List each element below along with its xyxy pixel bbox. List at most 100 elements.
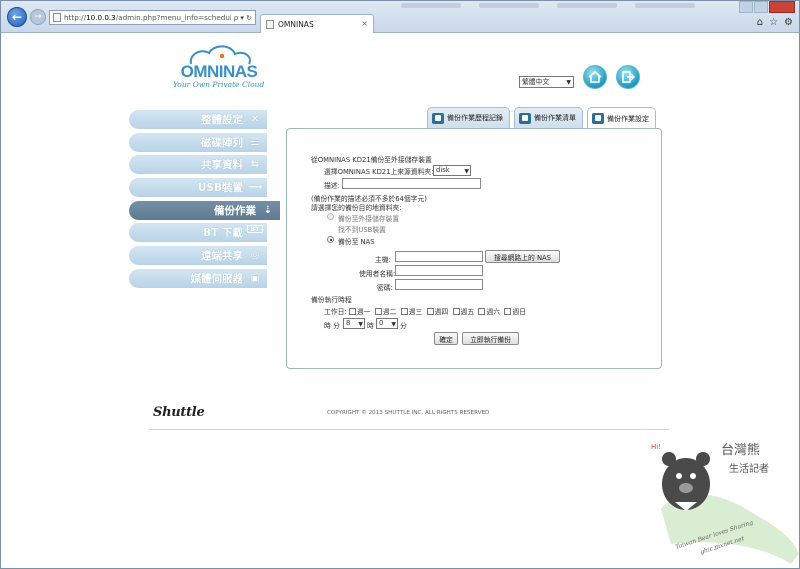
page-content: OMNINAS Your Own Private Cloud 繁體中文 整體設定… xyxy=(1,34,799,568)
ok-button[interactable]: 確定 xyxy=(434,332,458,345)
weekday-label: 週五 xyxy=(460,308,475,316)
schedule-title: 備份執行時程 xyxy=(311,296,352,304)
weekday-label: 週四 xyxy=(434,308,449,316)
url-host: 10.0.0.3 xyxy=(86,13,116,22)
weekday-label: 週日 xyxy=(512,308,526,316)
sidebar-item-label: BT 下載 xyxy=(203,227,243,240)
backup-settings-panel: 從OMNINAS KD21備份至外接儲存裝置 選擇OMNINAS KD21上來源… xyxy=(286,128,662,369)
home-icon[interactable]: ⌂ xyxy=(757,17,763,28)
weekday-checkbox[interactable] xyxy=(452,308,460,315)
source-folder-select[interactable]: disk xyxy=(433,165,471,176)
arrow-left-icon: ← xyxy=(11,10,23,24)
media-server-icon: ▣ xyxy=(250,272,260,284)
weekday-label: 週六 xyxy=(486,308,501,316)
settings-icon xyxy=(592,113,604,124)
sidebar-item-label: 備份作業 xyxy=(214,204,256,217)
radio-backup-nas[interactable] xyxy=(327,236,334,243)
list-icon xyxy=(519,112,531,124)
tools-icon: ✕ xyxy=(250,114,260,125)
description-field[interactable] xyxy=(342,178,481,189)
target-title: 請選擇您的備份目的地資料夾: xyxy=(311,204,402,212)
workday-row: 工作日: 週一 週二 週三 週四 週五 週六 週日 xyxy=(324,306,526,316)
browser-tools: ⌂ ☆ ⚙ xyxy=(757,17,793,28)
forward-button[interactable]: → xyxy=(30,9,46,25)
weekday-label: 週一 xyxy=(356,308,371,316)
minute-label: 分 xyxy=(332,322,340,330)
source-title: 從OMNINAS KD21備份至外接儲存裝置 xyxy=(311,156,432,164)
back-button[interactable]: ← xyxy=(7,7,27,27)
minimize-button[interactable] xyxy=(739,1,753,13)
sidebar-item-label: USB裝置 xyxy=(197,182,243,195)
tab-title: OMNINAS xyxy=(278,19,314,29)
password-label: 密碼: xyxy=(377,284,393,292)
sidebar-item-usb[interactable]: USB裝置 ⟶ xyxy=(129,178,267,198)
password-field[interactable] xyxy=(395,279,483,290)
weekday-checkbox[interactable] xyxy=(426,308,434,315)
browser-toolbar: ← → http:// 10.0.0.3 /admin.php?menu_inf… xyxy=(1,1,799,33)
maximize-button[interactable] xyxy=(754,1,768,13)
weekday-label: 週三 xyxy=(408,308,423,316)
time-row: 時 分 xyxy=(324,320,340,330)
address-bar[interactable]: http:// 10.0.0.3 /admin.php?menu_info=sc… xyxy=(49,10,256,25)
logout-button[interactable] xyxy=(616,65,640,89)
address-tools[interactable]: ρ ▾ ↻ xyxy=(230,11,255,24)
favorites-star-icon[interactable]: ☆ xyxy=(769,17,778,28)
tab-close-icon[interactable]: × xyxy=(361,19,368,28)
taiwan-bear-watermark: Hi! 台灣熊 生活記者 Taiwan Bear loves Sharing g… xyxy=(651,442,799,564)
watermark-subtitle: 生活記者 xyxy=(729,462,769,475)
sidebar-item-label: 媒體伺服器 xyxy=(190,272,244,285)
home-button[interactable] xyxy=(583,65,607,89)
usb-icon: ⟶ xyxy=(247,182,263,194)
sidebar-item-share[interactable]: 共享資料 ⇆ xyxy=(129,155,267,175)
tab-label: 備份作業清單 xyxy=(534,114,576,122)
logout-icon xyxy=(622,71,635,83)
hour-label: 時 xyxy=(324,322,331,330)
url-path: /admin.php?menu_info=scheduling xyxy=(115,13,244,22)
language-select[interactable]: 繁體中文 xyxy=(519,76,574,88)
sidebar-item-label: 整體設定 xyxy=(201,114,243,126)
host-field[interactable] xyxy=(395,251,483,262)
weekday-checkbox[interactable] xyxy=(374,308,382,315)
usb-not-found-note: 找不到USB裝置 xyxy=(338,226,386,234)
url-prefix: http:// xyxy=(64,13,87,22)
username-label: 使用者名稱: xyxy=(359,270,396,278)
weekday-checkbox[interactable] xyxy=(504,308,512,315)
shuttle-logo: Shuttle xyxy=(153,405,205,420)
sidebar-item-raid[interactable]: 磁碟陣列 ☰ xyxy=(129,132,267,152)
footer-divider xyxy=(149,429,669,430)
logo-text: OMNINAS xyxy=(181,62,258,81)
tab-label: 備份作業歷程記錄 xyxy=(447,114,503,122)
weekday-checkbox[interactable] xyxy=(348,308,356,315)
minute-select[interactable]: 0 xyxy=(376,318,398,329)
sidebar-item-label: 磁碟陣列 xyxy=(201,136,243,149)
backup-tabs: 備份作業歷程記錄 備份作業清單 備份作業設定 xyxy=(427,107,656,129)
web-share-icon: ◎ xyxy=(250,250,260,262)
radio-backup-external[interactable] xyxy=(327,213,334,220)
sidebar-item-label: 共享資料 xyxy=(201,159,243,172)
run-backup-now-button[interactable]: 立即執行備份 xyxy=(462,332,519,345)
sidebar-item-general[interactable]: 整體設定 ✕ xyxy=(129,110,267,129)
radio-external-label: 備份至外接儲存裝置 xyxy=(338,215,400,223)
weekday-checkbox[interactable] xyxy=(478,308,486,315)
host-label: 主機: xyxy=(375,256,391,264)
browser-tab[interactable]: OMNINAS × xyxy=(260,14,374,33)
gear-icon[interactable]: ⚙ xyxy=(784,17,793,28)
radio-nas-label: 備份至 NAS xyxy=(338,238,375,246)
scan-nas-button[interactable]: 搜尋網路上的 NAS xyxy=(485,250,560,263)
page-icon xyxy=(53,13,61,22)
weekday-checkbox[interactable] xyxy=(400,308,408,315)
close-window-button[interactable] xyxy=(769,1,795,13)
hour-select[interactable]: 8 xyxy=(343,318,365,329)
tab-backup-list[interactable]: 備份作業清單 xyxy=(514,107,583,128)
watermark-hi: Hi! xyxy=(651,443,661,451)
bt-icon: BT xyxy=(247,225,263,234)
favicon-icon xyxy=(266,19,274,29)
sidebar-item-bt[interactable]: BT 下載 BT xyxy=(129,223,267,243)
tab-backup-history[interactable]: 備份作業歷程記錄 xyxy=(427,107,510,128)
username-field[interactable] xyxy=(395,265,483,276)
tab-backup-settings[interactable]: 備份作業設定 xyxy=(587,107,656,129)
sidebar-menu: 整體設定 ✕ 磁碟陣列 ☰ 共享資料 ⇆ USB裝置 ⟶ 備份作業 ⇣ BT 下… xyxy=(129,110,280,292)
sidebar-item-media-server[interactable]: 媒體伺服器 ▣ xyxy=(129,268,267,288)
sidebar-item-remote-share[interactable]: 遠端共享 ◎ xyxy=(129,246,267,266)
sidebar-item-backup[interactable]: 備份作業 ⇣ xyxy=(129,200,280,220)
